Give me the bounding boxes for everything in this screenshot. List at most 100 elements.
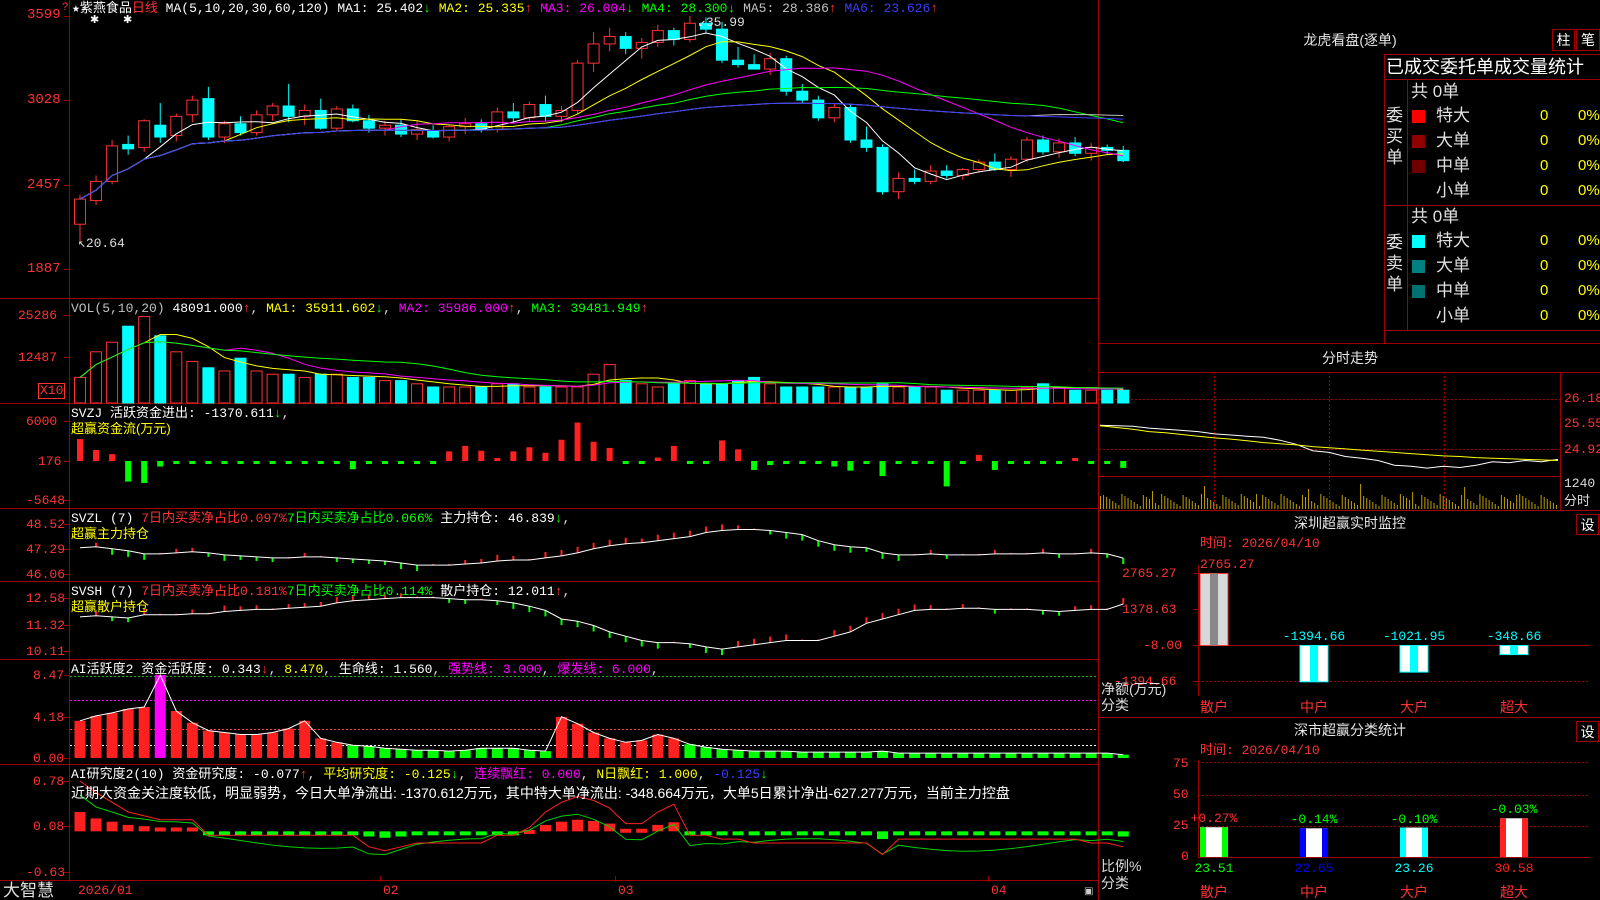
intraday-vol-bar — [1451, 502, 1453, 509]
svzl-tick — [239, 555, 242, 560]
intraday-vol-bar — [1491, 502, 1493, 509]
intraday-vol-bar — [1424, 497, 1426, 509]
intraday-vol-bar — [1390, 501, 1392, 509]
event-marker-icon[interactable]: ✱ — [123, 13, 132, 28]
intraday-vol-bar — [1412, 492, 1414, 509]
ma-line-5 — [79, 102, 1124, 200]
tab-volume-stats[interactable]: 成交量统计 — [1494, 57, 1584, 77]
svzj-bar — [751, 461, 758, 470]
ai-active-bar — [700, 747, 712, 758]
order-percent: 0% — [1578, 282, 1600, 299]
svzj-bar — [879, 461, 886, 477]
kline-header: ★紫燕食品日线 MA(5,10,20,30,60,120) MA1: 25.40… — [72, 1, 938, 16]
svzj-bar — [638, 461, 645, 464]
pen-mode-button[interactable]: 笔 — [1576, 29, 1600, 51]
ai-active-bar — [74, 720, 86, 758]
vol-unit-badge[interactable]: X10 — [38, 383, 66, 399]
ai-active-bar — [507, 748, 519, 758]
volume-bar — [202, 367, 215, 404]
intraday-vol-bar — [1118, 505, 1120, 509]
intraday-vol-bar — [1528, 500, 1530, 509]
star-icon[interactable]: ★ — [72, 1, 80, 16]
monitor-category-label: 中户 — [1300, 699, 1328, 715]
svsh-tick — [496, 600, 499, 606]
ai-active-strong: 强势线: 3.000 — [448, 662, 542, 677]
tab-orders[interactable]: 委托单 — [1440, 57, 1494, 77]
ai-active-value2: 8.470 — [284, 662, 324, 677]
ma-direction: ↓ — [423, 1, 431, 16]
candle-body — [314, 109, 327, 129]
ai-active-bar — [812, 752, 824, 758]
ai-active-bar — [877, 751, 888, 758]
ai-active-bar — [1005, 753, 1017, 758]
lock-icon[interactable]: ▣ — [1084, 884, 1093, 899]
volume-bar — [1069, 389, 1082, 404]
intraday-vol-bar — [1516, 495, 1518, 509]
svsh-tick — [929, 605, 932, 610]
tab-filled[interactable]: 已成交 — [1386, 57, 1440, 77]
intraday-vol-bar — [1353, 503, 1355, 509]
intraday-vol-bar — [1283, 496, 1285, 509]
ai-active-bar — [106, 712, 118, 758]
volume-bar — [539, 386, 552, 404]
intraday-vol-bar — [1228, 499, 1230, 509]
intraday-vol-bar — [1286, 498, 1288, 509]
svsh-tick — [512, 602, 515, 609]
stat-ylabel: 比例% — [1101, 858, 1142, 874]
ai-active-bar — [1069, 753, 1081, 758]
period-label[interactable]: 日线 — [132, 1, 158, 16]
svzj-bar — [173, 461, 180, 464]
vol-axis-label: 12487 — [18, 350, 58, 365]
vol-ma2-dir: ↑ — [507, 301, 516, 316]
ai-active-bar — [893, 753, 905, 758]
volume-bar — [796, 386, 809, 404]
event-marker-icon[interactable]: ✱ — [90, 13, 99, 28]
intraday-vol-bar — [1292, 502, 1294, 509]
candle-body — [218, 123, 231, 138]
volume-bar — [667, 383, 680, 404]
svsh-axis-label: 11.32 — [26, 618, 66, 633]
volume-bar — [154, 335, 167, 404]
vol-ma3-dir: ↑ — [640, 301, 649, 316]
intraday-vol-bar — [1127, 498, 1129, 509]
intraday-vol-bar — [1430, 501, 1432, 509]
volume-bar — [1004, 389, 1017, 404]
svsh-net-ratio: 7日内买卖净占比0.114% — [286, 584, 433, 599]
order-color-swatch — [1412, 110, 1425, 123]
intraday-vol-bar — [1510, 501, 1512, 509]
intraday-vol-bar — [1142, 495, 1144, 509]
intraday-vol-bar — [1176, 504, 1178, 509]
stat-bar-edge — [1400, 827, 1406, 857]
ai-research-bar — [973, 831, 985, 836]
intraday-vol-bar — [1145, 497, 1147, 509]
ma-values: MA1: 25.402↓ MA2: 25.335↑ MA3: 26.004↓ M… — [337, 1, 938, 16]
volume-bar — [940, 389, 953, 404]
volume-bar — [699, 383, 712, 404]
intraday-vol-bar — [1185, 497, 1187, 509]
svzj-bar — [799, 461, 806, 464]
intraday-vol-bar — [1338, 506, 1340, 509]
intraday-vol-bar — [1219, 506, 1221, 509]
svsh-tick — [993, 609, 996, 614]
svzj-bar — [77, 439, 83, 461]
monitor-bar-value: -348.66 — [1486, 629, 1542, 644]
volume-bar — [764, 383, 777, 404]
svzj-bar — [349, 461, 356, 470]
svzj-bar — [237, 461, 244, 464]
svsh-tick — [111, 616, 114, 622]
intraday-vol-bar — [1409, 500, 1411, 509]
bar-mode-button[interactable]: 柱 — [1552, 29, 1575, 51]
candle-body — [716, 28, 728, 61]
intraday-vol-bar — [1381, 495, 1383, 509]
monitor-settings-button[interactable]: 设 — [1576, 514, 1599, 535]
svzj-bar — [831, 461, 838, 467]
intraday-vol-bar — [1555, 505, 1557, 509]
ai-active-bar — [459, 750, 471, 758]
intraday-vol-bar — [1170, 500, 1172, 509]
candle-body — [844, 106, 857, 141]
svzl-tick — [1090, 548, 1093, 553]
vol-ma3: MA3: 39481.949 — [531, 301, 641, 316]
stat-settings-button[interactable]: 设 — [1576, 721, 1599, 742]
svzl-tick — [544, 551, 547, 558]
volume-bar — [780, 386, 793, 404]
